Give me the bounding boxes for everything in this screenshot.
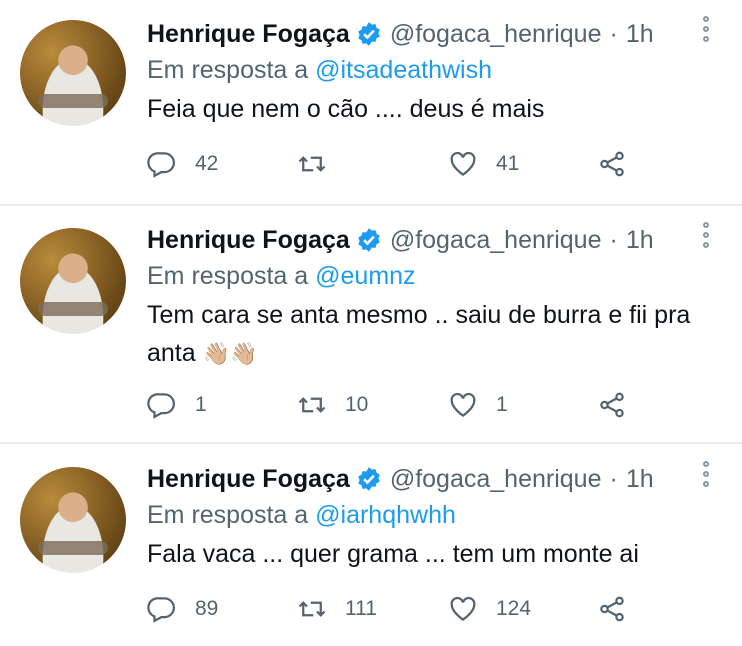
verified-badge-icon — [358, 22, 380, 46]
heart-icon — [450, 392, 476, 417]
reply-to-handle[interactable]: @eumnz — [315, 262, 415, 290]
share-icon — [600, 392, 624, 418]
separator: · — [609, 19, 618, 48]
retweet-button[interactable]: 111 — [297, 592, 377, 626]
share-icon — [600, 151, 624, 177]
retweet-button[interactable]: 10 — [297, 388, 368, 422]
tweet-text: Tem cara se anta mesmo .. saiu de burra … — [147, 296, 717, 373]
reply-button[interactable]: 89 — [147, 592, 218, 626]
reply-prefix: Em resposta a — [147, 501, 309, 529]
reply-context: Em resposta a @iarhqhwhh — [147, 501, 456, 530]
avatar[interactable] — [20, 467, 126, 573]
more-options-icon[interactable] — [702, 222, 714, 256]
author-name[interactable]: Henrique Fogaça — [147, 20, 350, 49]
tweet-text: Fala vaca ... quer grama ... tem um mont… — [147, 540, 639, 568]
avatar[interactable] — [20, 20, 126, 126]
share-button[interactable] — [597, 388, 627, 422]
reply-to-handle[interactable]: @itsadeathwish — [315, 56, 492, 84]
reply-context: Em resposta a @itsadeathwish — [147, 56, 492, 85]
like-count: 41 — [496, 152, 520, 175]
like-count: 124 — [496, 597, 532, 620]
tweet-header: Henrique Fogaça @fogaca_henrique · 1h — [147, 461, 654, 497]
retweet-count: 111 — [345, 597, 377, 620]
tweet-header: Henrique Fogaça @fogaca_henrique · 1h — [147, 222, 654, 258]
reply-to-handle[interactable]: @iarhqhwhh — [315, 501, 456, 529]
tweet-text: Feia que nem o cão .... deus é mais — [147, 95, 545, 123]
separator: · — [609, 464, 618, 493]
reply-icon — [147, 393, 175, 419]
separator: · — [609, 225, 618, 254]
author-handle[interactable]: @fogaca_henrique — [390, 20, 602, 49]
tweet-actions: 1 10 1 — [147, 388, 647, 422]
author-handle[interactable]: @fogaca_henrique — [390, 465, 602, 494]
timestamp[interactable]: 1h — [626, 465, 654, 494]
timestamp[interactable]: 1h — [626, 20, 654, 49]
retweet-icon — [298, 601, 326, 617]
retweet-icon — [298, 397, 326, 413]
timestamp[interactable]: 1h — [626, 226, 654, 255]
tweet-text-line: Tem cara se anta mesmo .. saiu de burra … — [147, 301, 691, 329]
reply-count: 42 — [195, 152, 219, 175]
tweet-actions: 42 41 — [147, 147, 647, 181]
tweet-text-fragment: anta — [147, 339, 203, 367]
tweet-header: Henrique Fogaça @fogaca_henrique · 1h — [147, 16, 654, 52]
author-name[interactable]: Henrique Fogaça — [147, 226, 350, 255]
avatar[interactable] — [20, 228, 126, 334]
reply-button[interactable]: 42 — [147, 147, 218, 181]
like-button[interactable]: 41 — [448, 147, 519, 181]
more-options-icon[interactable] — [702, 16, 714, 50]
like-button[interactable]: 124 — [448, 592, 531, 626]
clapping-hands-emoji: 👋🏼👋🏼 — [202, 341, 258, 366]
author-handle[interactable]: @fogaca_henrique — [390, 226, 602, 255]
reply-prefix: Em resposta a — [147, 262, 309, 290]
like-button[interactable]: 1 — [448, 388, 508, 422]
retweet-count: 10 — [345, 393, 369, 416]
tweet-text-line: anta 👋🏼👋🏼 — [147, 334, 717, 373]
retweet-icon — [298, 156, 326, 172]
share-button[interactable] — [597, 147, 627, 181]
reply-icon — [147, 152, 175, 178]
reply-prefix: Em resposta a — [147, 56, 309, 84]
reply-button[interactable]: 1 — [147, 388, 207, 422]
reply-context: Em resposta a @eumnz — [147, 262, 416, 291]
divider — [0, 204, 742, 206]
reply-count: 1 — [195, 393, 207, 416]
verified-badge-icon — [358, 228, 380, 252]
heart-icon — [450, 151, 476, 176]
more-options-icon[interactable] — [702, 461, 714, 495]
tweet-actions: 89 111 124 — [147, 592, 647, 626]
reply-icon — [147, 597, 175, 623]
heart-icon — [450, 596, 476, 621]
author-name[interactable]: Henrique Fogaça — [147, 465, 350, 494]
share-icon — [600, 596, 624, 622]
divider — [0, 442, 742, 444]
retweet-button[interactable] — [297, 147, 345, 181]
reply-count: 89 — [195, 597, 219, 620]
share-button[interactable] — [597, 592, 627, 626]
verified-badge-icon — [358, 467, 380, 491]
like-count: 1 — [496, 393, 508, 416]
